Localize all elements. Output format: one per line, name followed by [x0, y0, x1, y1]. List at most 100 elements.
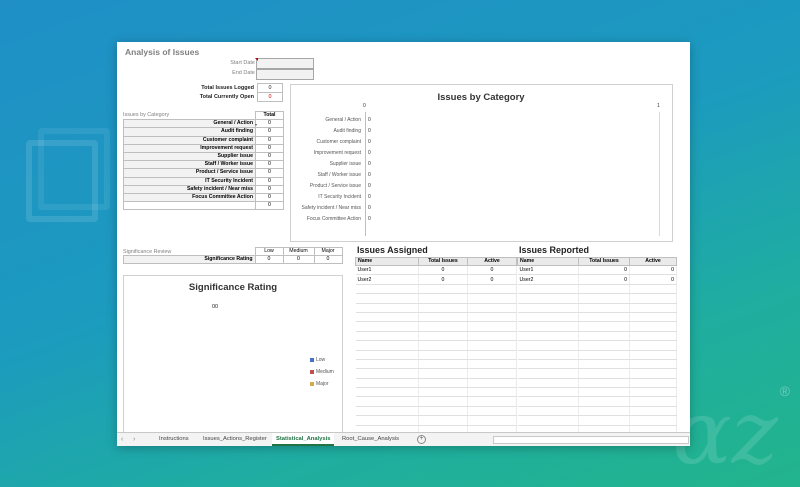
significance-header-medium: Medium	[282, 246, 315, 257]
category-grand-total-row: 0	[123, 201, 284, 211]
column-header: Name	[355, 257, 419, 266]
empty-row	[355, 396, 517, 407]
significance-header-major: Major	[313, 246, 343, 257]
scroll-left-arrow-icon[interactable]: ‹	[121, 433, 123, 446]
category-axis-label: Supplier issue	[329, 161, 361, 167]
significance-table: Low Medium Major Significance Rating 0 0…	[123, 246, 343, 265]
column-header: Active	[629, 257, 677, 266]
category-chart: Issues by Category 0 1 General / Action 0…	[290, 84, 673, 242]
column-header: Total Issues	[578, 257, 630, 266]
empty-row	[355, 340, 517, 351]
total-open-value: 0	[257, 92, 283, 102]
start-date-field[interactable]	[256, 58, 314, 69]
table-row: Staff / Worker issue 0	[123, 160, 284, 170]
category-chart-title: Issues by Category	[437, 92, 525, 103]
empty-row	[517, 396, 677, 407]
pie-placeholder-text: 00	[212, 304, 219, 310]
empty-row	[355, 368, 517, 379]
empty-row	[355, 303, 517, 313]
category-axis-label: Improvement request	[313, 150, 361, 156]
category-axis-label: Audit finding	[333, 128, 361, 134]
comment-marker	[255, 58, 258, 61]
empty-row	[517, 368, 677, 379]
registered-mark: ®	[779, 383, 790, 399]
issues-assigned-title: Issues Assigned	[357, 245, 428, 255]
table-row: User1 0 0	[517, 265, 677, 276]
table-row: Audit finding 0	[123, 127, 284, 137]
table-row: IT Security Incident 0	[123, 176, 284, 186]
category-table: Total General / Action 0 Audit finding 0 C…	[123, 110, 284, 211]
horizontal-scrollbar[interactable]	[493, 436, 689, 444]
category-data-label: 0	[368, 194, 371, 200]
scroll-right-arrow-icon[interactable]: ›	[133, 433, 135, 446]
significance-chart: Significance Rating 00 Low Medium Major	[123, 275, 343, 435]
total-open-label: Total Currently Open	[199, 94, 254, 100]
category-axis-label: Staff / Worker issue	[317, 172, 361, 178]
table-row: Safety incident / Near miss 0	[123, 184, 284, 194]
end-date-label: End Date	[232, 70, 255, 76]
tab-issues-actions-register[interactable]: Issues_Actions_Register	[199, 433, 271, 446]
spreadsheet-window: Analysis of Issues Start Date End Date T…	[117, 42, 690, 446]
axis-min-label: 0	[363, 103, 366, 109]
empty-row	[517, 415, 677, 426]
table-row: Customer complaint 0	[123, 135, 284, 145]
empty-row	[517, 284, 677, 295]
category-data-label: 0	[368, 205, 371, 211]
category-data-label: 0	[368, 128, 371, 134]
category-data-label: 0	[368, 117, 371, 123]
page-title: Analysis of Issues	[125, 47, 200, 57]
empty-row	[517, 293, 677, 304]
column-header: Total Issues	[418, 257, 468, 266]
category-axis-label: Product / Service issue	[309, 183, 361, 189]
empty-row	[355, 312, 517, 323]
dropdown-arrow-icon[interactable]: ▾	[255, 122, 257, 127]
category-axis-label: General / Action	[325, 117, 361, 123]
start-date-label: Start Date	[230, 60, 255, 66]
table-row: Supplier issue 0	[123, 151, 284, 162]
column-header: Active	[467, 257, 517, 266]
background-document-icon	[38, 128, 110, 210]
end-date-field[interactable]	[256, 69, 314, 80]
issues-assigned-table: Name Total Issues Active User1 0 0 User2…	[355, 257, 517, 436]
table-row: Focus Committee Action 0	[123, 192, 284, 203]
empty-row	[517, 340, 677, 351]
empty-row	[517, 321, 677, 332]
legend-swatch-icon	[310, 357, 314, 362]
empty-row	[355, 406, 517, 417]
category-data-label: 0	[368, 183, 371, 189]
category-data-label: 0	[368, 150, 371, 156]
empty-row	[517, 331, 677, 342]
category-axis-label: IT Security Incident	[318, 194, 361, 200]
empty-row	[355, 387, 517, 398]
add-sheet-button[interactable]: +	[417, 435, 426, 444]
tab-instructions[interactable]: Instructions	[155, 433, 193, 446]
category-total-header: Total	[255, 110, 284, 121]
issues-reported-title: Issues Reported	[519, 245, 590, 255]
category-axis-label: Focus Committee Action	[306, 216, 361, 222]
significance-medium-value[interactable]: 0	[282, 255, 315, 265]
legend-swatch-icon	[310, 369, 314, 374]
total-logged-label: Total Issues Logged	[201, 85, 254, 91]
category-axis-label: Customer complaint	[316, 139, 361, 145]
empty-row	[517, 350, 677, 360]
table-row: User1 0 0	[355, 265, 517, 276]
significance-low-value[interactable]: 0	[254, 255, 284, 265]
tab-statistical-analysis[interactable]: Statistical_Analysis	[272, 433, 335, 446]
empty-row	[517, 312, 677, 323]
empty-row	[517, 303, 677, 313]
category-data-label: 0	[368, 139, 371, 145]
empty-row	[355, 350, 517, 360]
tab-root-cause-analysis[interactable]: Root_Cause_Analysis	[338, 433, 403, 446]
table-row: Improvement request 0	[123, 143, 284, 153]
table-row: General / Action 0	[123, 119, 284, 129]
empty-row	[355, 415, 517, 426]
empty-row	[355, 359, 517, 370]
table-row: Product / Service issue 0	[123, 168, 284, 178]
sheet-tab-bar: ‹ › Instructions Issues_Actions_Register…	[117, 432, 690, 446]
significance-major-value[interactable]: 0	[313, 255, 343, 265]
empty-row	[355, 293, 517, 304]
legend-item-major: Major	[310, 381, 329, 387]
empty-row	[517, 359, 677, 370]
empty-row	[355, 378, 517, 389]
empty-row	[517, 378, 677, 389]
